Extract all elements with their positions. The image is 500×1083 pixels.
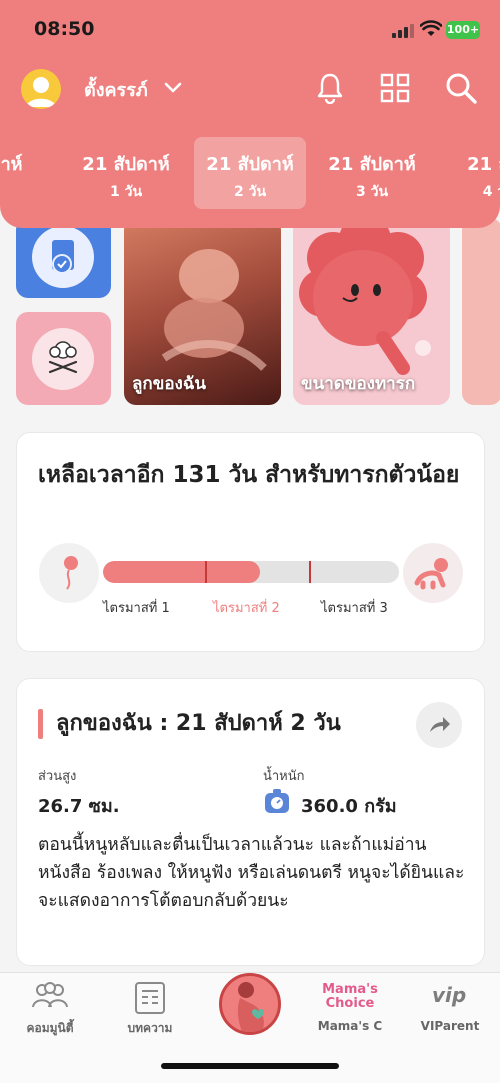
week-tab-active[interactable]: 21 สัปดาห์ 2 วัน	[194, 137, 306, 209]
weight-label: น้ำหนัก	[263, 769, 305, 784]
next-card[interactable]	[462, 218, 500, 405]
chevron-down-icon[interactable]	[162, 76, 184, 98]
battery-icon: 100+	[446, 21, 480, 39]
share-button[interactable]	[416, 702, 462, 748]
pregnant-woman-icon	[237, 982, 264, 1032]
user-icon	[26, 77, 56, 107]
trimester-3-label: ไตรมาสที่ 3	[321, 601, 388, 616]
week-tab[interactable]: 21 สัปดาห์ 3 วัน	[316, 137, 428, 209]
countdown-card: เหลือเวลาอีก 131 วัน สำหรับทารกตัวน้อย ไ…	[16, 432, 485, 652]
scale-icon	[265, 789, 289, 813]
progress-fill	[103, 561, 260, 583]
weight-value: 360.0 กรัม	[301, 796, 397, 817]
nav-mamas-label[interactable]: Mama's C	[300, 1019, 400, 1033]
baby-card-label: ลูกของฉัน	[132, 374, 207, 394]
baby-card[interactable]: ลูกของฉัน	[124, 218, 281, 405]
recipe-card[interactable]	[16, 312, 111, 405]
nav-viparent-label[interactable]: VIParent	[400, 1019, 500, 1033]
height-label: ส่วนสูง	[38, 769, 77, 784]
baby-description: ตอนนี้หนูหลับและตื่นเป็นเวลาแล้วนะ และถ้…	[38, 835, 465, 911]
search-icon[interactable]	[444, 71, 478, 105]
pregnancy-home-button[interactable]	[219, 973, 281, 1035]
baby-info-card: ลูกของฉัน : 21 สัปดาห์ 2 วัน ส่วนสูง 26.…	[16, 678, 485, 966]
signal-icon	[392, 22, 414, 38]
info-title: ลูกของฉัน : 21 สัปดาห์ 2 วัน	[56, 711, 341, 736]
baby-size-card[interactable]: ขนาดของทารก	[293, 218, 450, 405]
trimester-2-label: ไตรมาสที่ 2	[213, 601, 280, 616]
sperm-icon	[39, 543, 99, 603]
week-selector: ปดาห์ 21 สัปดาห์ 1 วัน 21 สัปดาห์ 2 วัน …	[0, 137, 500, 209]
trimester-divider	[309, 561, 311, 583]
trimester-1-label: ไตรมาสที่ 1	[103, 601, 170, 616]
bell-icon[interactable]	[315, 72, 345, 104]
height-value: 26.7 ซม.	[38, 796, 120, 817]
week-tab[interactable]: ปดาห์	[0, 137, 56, 209]
community-icon	[32, 982, 68, 1008]
article-icon	[135, 982, 165, 1014]
week-tab[interactable]: 21 สัปดาห์ 1 วัน	[70, 137, 182, 209]
grid-icon[interactable]	[380, 73, 410, 103]
title-accent	[38, 709, 43, 739]
mamas-choice-logo[interactable]: Mama's Choice	[320, 983, 380, 1011]
top-bar: ตั้งครรภ์	[0, 62, 500, 116]
journal-card[interactable]	[16, 218, 111, 298]
countdown-title: เหลือเวลาอีก 131 วัน สำหรับทารกตัวน้อย	[38, 462, 460, 488]
book-icon	[32, 226, 94, 288]
avatar[interactable]	[21, 69, 61, 109]
vip-logo[interactable]: vip	[432, 983, 466, 1007]
trimester-divider	[205, 561, 207, 583]
nav-community-label: คอมมูนิตี้	[26, 1021, 74, 1035]
chef-icon	[32, 328, 94, 390]
status-bar: 08:50 100+	[0, 0, 500, 58]
profile-name[interactable]: ตั้งครรภ์	[84, 75, 148, 104]
crawling-baby-icon	[403, 543, 463, 603]
nav-articles-label: บทความ	[127, 1021, 173, 1035]
pregnancy-progress-bar	[103, 561, 399, 583]
baby-size-label: ขนาดของทารก	[301, 374, 416, 394]
app-header: 08:50 100+ ตั้งครรภ์ าห์ 21 สัปดาห์ 1 วั…	[0, 0, 500, 228]
status-time: 08:50	[34, 18, 95, 40]
week-tab[interactable]: 21 สัป 4 วั	[438, 137, 500, 209]
home-indicator	[161, 1063, 339, 1069]
share-icon	[430, 717, 450, 732]
wifi-icon	[420, 20, 442, 36]
